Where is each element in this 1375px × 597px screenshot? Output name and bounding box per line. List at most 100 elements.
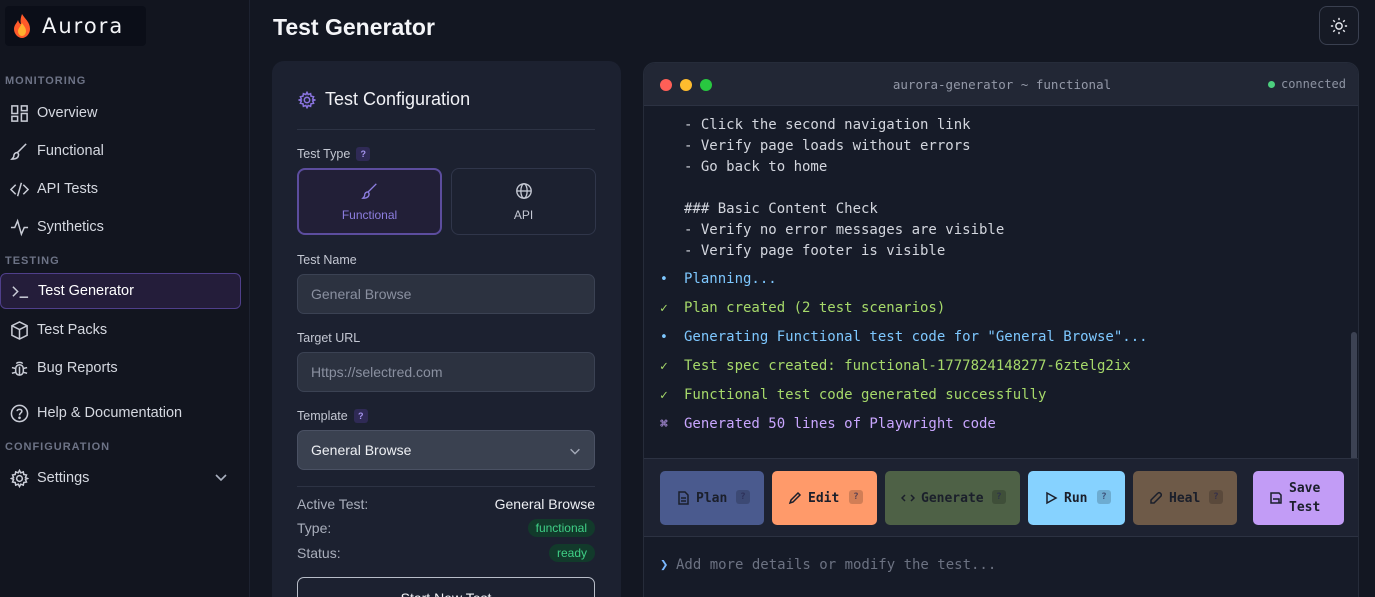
sidebar-item-bug-reports[interactable]: Bug Reports [0,350,241,386]
generate-button[interactable]: Generate? [885,471,1020,525]
target-url-label: Target URL [297,331,361,345]
log-line: Plan created (2 test scenarios) [684,300,946,316]
save-icon [1270,492,1282,504]
sidebar-item-test-packs[interactable]: Test Packs [0,312,241,348]
test-type-label: Test Type ? [297,147,371,161]
test-name-input[interactable]: General Browse [297,274,595,314]
prompt-chevron-icon: ❯ [660,557,669,573]
log-status-icon: ✓ [660,359,668,374]
log-status-icon: ⌘ [660,417,668,432]
bug-icon [9,358,29,378]
terminal-input[interactable] [676,550,1336,580]
sidebar-item-api-tests[interactable]: API Tests [0,171,241,207]
type-option-label: Functional [341,207,398,222]
action-label: Edit [808,490,840,506]
activity-icon [9,217,29,237]
start-new-test-button[interactable]: Start New Test [297,577,595,597]
sidebar-item-functional[interactable]: Functional [0,133,241,169]
sidebar-item-label: API Tests [37,181,98,197]
config-title-label: Test Configuration [325,89,471,109]
log-status-icon: ✓ [660,301,668,316]
sidebar-item-label: Overview [37,105,98,121]
sidebar-item-settings[interactable]: Settings [0,460,241,496]
terminal-panel: aurora-generator ~ functional connected … [643,62,1359,597]
page-title: Test Generator [273,14,435,40]
terminal-input-area: ❯ [644,537,1358,597]
terminal-output: - Click the second navigation link - Ver… [644,107,1358,500]
output-line: ### Basic Content Check [684,201,878,217]
status-label: Status: [297,545,341,561]
type-badge: functional [527,519,595,537]
action-label: Heal [1169,490,1201,506]
chevron-down-icon [570,448,580,455]
terminal-icon [10,281,30,301]
output-line: - Verify page footer is visible [684,243,946,259]
target-url-input[interactable]: Https://selectred.com [297,352,595,392]
connection-status: connected [1267,77,1346,91]
help-icon[interactable]: ? [353,409,368,423]
test-configuration-panel: Test Configuration Test Type ? Functiona… [272,61,621,597]
section-monitoring: MONITORING [5,75,87,87]
sidebar-item-label: Settings [37,470,90,486]
active-test-label: Active Test: [297,496,369,512]
app-root: Aurora MONITORING Overview Functional AP… [0,0,1375,597]
sidebar-item-test-generator[interactable]: Test Generator [0,273,241,309]
sidebar-item-label: Bug Reports [37,360,118,376]
file-icon [678,491,689,505]
template-select[interactable]: General Browse [297,430,595,470]
theme-toggle-button[interactable] [1319,6,1359,45]
section-configuration: CONFIGURATION [5,441,111,453]
run-button[interactable]: Run? [1028,471,1125,525]
action-bar: Plan? Edit? Generate? Run? Heal? Save Test [644,458,1358,537]
code-icon [9,179,29,199]
help-icon[interactable]: ? [1097,490,1111,504]
type-label: Type: [297,520,332,536]
grid-icon [9,103,29,123]
divider [297,486,595,487]
type-option-functional[interactable]: Functional [297,168,442,235]
action-label: Save Test [1289,481,1321,515]
sidebar-item-label: Help & Documentation [37,405,183,421]
output-line: - Verify page loads without errors [684,138,971,154]
code-icon [901,494,915,502]
help-icon[interactable]: ? [992,490,1006,504]
template-select-value: General Browse [311,442,412,458]
sidebar-item-synthetics[interactable]: Synthetics [0,209,241,245]
sidebar-item-help[interactable]: Help & Documentation [0,395,241,431]
sidebar-item-label: Synthetics [37,219,104,235]
pencil-icon [788,491,802,505]
action-label: Generate [921,490,984,506]
type-option-api[interactable]: API [451,168,596,235]
template-label: Template ? [297,409,368,423]
help-icon[interactable]: ? [736,490,750,504]
save-test-button[interactable]: Save Test [1253,471,1344,525]
output-line: - Go back to home [684,159,828,175]
action-label: Plan [696,490,728,506]
section-testing: TESTING [5,255,60,267]
heal-button[interactable]: Heal? [1133,471,1237,525]
flame-icon [14,14,30,38]
log-status-icon: ✓ [660,388,668,403]
help-icon[interactable]: ? [849,490,863,504]
play-icon [1046,491,1058,505]
config-title: Test Configuration [298,89,470,110]
app-logo[interactable]: Aurora [5,6,146,46]
brush-icon [360,182,377,199]
help-icon[interactable]: ? [1209,490,1223,504]
log-status-icon: • [660,272,668,287]
plan-button[interactable]: Plan? [660,471,764,525]
connection-label: connected [1280,77,1346,91]
status-badge: ready [548,544,595,562]
chevron-down-icon [215,474,227,482]
status-row: Status: ready [297,544,595,562]
log-line: Generating Functional test code for "Gen… [684,329,1148,345]
log-status-icon: • [660,330,668,345]
app-name: Aurora [42,14,125,38]
wrench-icon [1150,492,1162,504]
gear-icon [298,90,316,109]
globe-icon [515,182,532,199]
sidebar-item-overview[interactable]: Overview [0,95,241,131]
sidebar-item-label: Test Generator [38,283,134,299]
help-icon[interactable]: ? [356,147,371,161]
edit-button[interactable]: Edit? [772,471,877,525]
